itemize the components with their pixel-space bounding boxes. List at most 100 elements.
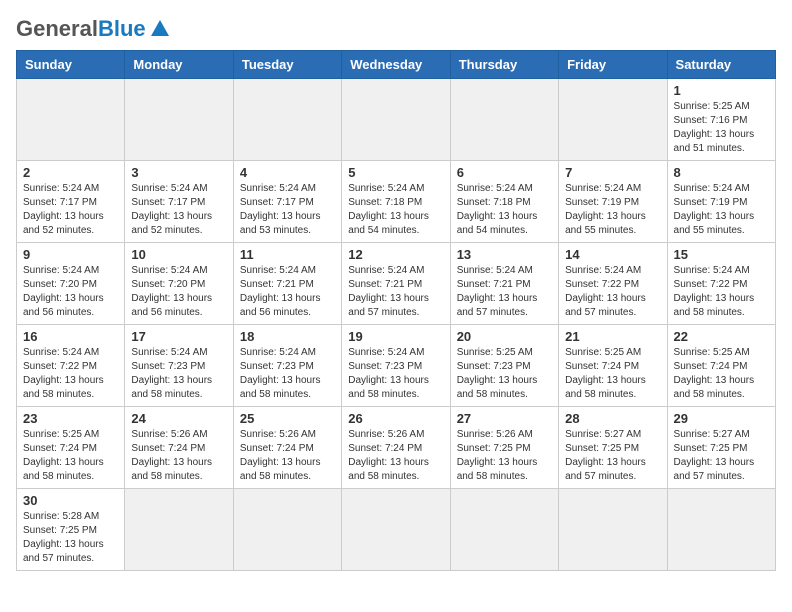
day-number: 5 bbox=[348, 165, 443, 180]
calendar-day-5: 5 Sunrise: 5:24 AMSunset: 7:18 PMDaylight… bbox=[342, 161, 450, 243]
day-info: Sunrise: 5:24 AMSunset: 7:23 PMDaylight:… bbox=[131, 346, 226, 402]
day-number: 28 bbox=[565, 411, 660, 426]
calendar-empty bbox=[342, 489, 450, 571]
day-number: 14 bbox=[565, 247, 660, 262]
weekday-header-friday: Friday bbox=[559, 51, 667, 79]
day-number: 1 bbox=[674, 83, 769, 98]
calendar-day-12: 12Sunrise: 5:24 AMSunset: 7:21 PMDayligh… bbox=[342, 243, 450, 325]
day-info: Sunrise: 5:24 AMSunset: 7:20 PMDaylight:… bbox=[131, 264, 226, 320]
calendar-empty bbox=[233, 79, 341, 161]
calendar-table: SundayMondayTuesdayWednesdayThursdayFrid… bbox=[16, 50, 776, 571]
day-number: 20 bbox=[457, 329, 552, 344]
day-info: Sunrise: 5:24 AMSunset: 7:22 PMDaylight:… bbox=[565, 264, 660, 320]
day-number: 3 bbox=[131, 165, 226, 180]
calendar-day-21: 21 Sunrise: 5:25 AMSunset: 7:24 PMDayligh… bbox=[559, 325, 667, 407]
day-number: 16 bbox=[23, 329, 118, 344]
calendar-day-23: 23 Sunrise: 5:25 AMSunset: 7:24 PMDayligh… bbox=[17, 407, 125, 489]
day-number: 23 bbox=[23, 411, 118, 426]
logo-blue: Blue bbox=[98, 16, 146, 42]
calendar-row: 30Sunrise: 5:28 AMSunset: 7:25 PMDayligh… bbox=[17, 489, 776, 571]
day-info: Sunrise: 5:24 AMSunset: 7:23 PMDaylight:… bbox=[240, 346, 335, 402]
day-number: 25 bbox=[240, 411, 335, 426]
day-info: Sunrise: 5:26 AMSunset: 7:24 PMDaylight:… bbox=[348, 428, 443, 484]
calendar-day-8: 8 Sunrise: 5:24 AMSunset: 7:19 PMDaylight… bbox=[667, 161, 775, 243]
day-info: Sunrise: 5:24 AMSunset: 7:19 PMDaylight:… bbox=[565, 182, 660, 238]
day-info: Sunrise: 5:24 AMSunset: 7:17 PMDaylight:… bbox=[131, 182, 226, 238]
day-info: Sunrise: 5:24 AMSunset: 7:21 PMDaylight:… bbox=[457, 264, 552, 320]
calendar-day-20: 20Sunrise: 5:25 AMSunset: 7:23 PMDayligh… bbox=[450, 325, 558, 407]
calendar-body: 1 Sunrise: 5:25 AMSunset: 7:16 PMDaylight… bbox=[17, 79, 776, 571]
day-number: 27 bbox=[457, 411, 552, 426]
day-number: 13 bbox=[457, 247, 552, 262]
weekday-header-saturday: Saturday bbox=[667, 51, 775, 79]
calendar-day-17: 17Sunrise: 5:24 AMSunset: 7:23 PMDayligh… bbox=[125, 325, 233, 407]
calendar-day-27: 27Sunrise: 5:26 AMSunset: 7:25 PMDayligh… bbox=[450, 407, 558, 489]
calendar-row: 16 Sunrise: 5:24 AMSunset: 7:22 PMDayligh… bbox=[17, 325, 776, 407]
calendar-empty bbox=[342, 79, 450, 161]
day-number: 6 bbox=[457, 165, 552, 180]
calendar-empty bbox=[559, 489, 667, 571]
calendar-day-14: 14 Sunrise: 5:24 AMSunset: 7:22 PMDayligh… bbox=[559, 243, 667, 325]
logo-general: General bbox=[16, 16, 98, 42]
calendar-row: 1 Sunrise: 5:25 AMSunset: 7:16 PMDaylight… bbox=[17, 79, 776, 161]
calendar-empty bbox=[125, 79, 233, 161]
calendar-day-26: 26 Sunrise: 5:26 AMSunset: 7:24 PMDayligh… bbox=[342, 407, 450, 489]
day-info: Sunrise: 5:27 AMSunset: 7:25 PMDaylight:… bbox=[565, 428, 660, 484]
day-number: 21 bbox=[565, 329, 660, 344]
weekday-header-wednesday: Wednesday bbox=[342, 51, 450, 79]
day-number: 9 bbox=[23, 247, 118, 262]
day-info: Sunrise: 5:24 AMSunset: 7:17 PMDaylight:… bbox=[240, 182, 335, 238]
weekday-header-thursday: Thursday bbox=[450, 51, 558, 79]
calendar-day-6: 6 Sunrise: 5:24 AMSunset: 7:18 PMDaylight… bbox=[450, 161, 558, 243]
calendar-day-29: 29Sunrise: 5:27 AMSunset: 7:25 PMDayligh… bbox=[667, 407, 775, 489]
day-number: 26 bbox=[348, 411, 443, 426]
calendar-header: SundayMondayTuesdayWednesdayThursdayFrid… bbox=[17, 51, 776, 79]
day-info: Sunrise: 5:24 AMSunset: 7:20 PMDaylight:… bbox=[23, 264, 118, 320]
calendar-day-19: 19Sunrise: 5:24 AMSunset: 7:23 PMDayligh… bbox=[342, 325, 450, 407]
day-info: Sunrise: 5:24 AMSunset: 7:21 PMDaylight:… bbox=[240, 264, 335, 320]
calendar-day-3: 3 Sunrise: 5:24 AMSunset: 7:17 PMDaylight… bbox=[125, 161, 233, 243]
calendar-day-10: 10Sunrise: 5:24 AMSunset: 7:20 PMDayligh… bbox=[125, 243, 233, 325]
calendar-day-4: 4Sunrise: 5:24 AMSunset: 7:17 PMDaylight… bbox=[233, 161, 341, 243]
logo: General Blue bbox=[16, 16, 171, 42]
day-info: Sunrise: 5:25 AMSunset: 7:24 PMDaylight:… bbox=[23, 428, 118, 484]
calendar-empty bbox=[233, 489, 341, 571]
calendar-day-15: 15Sunrise: 5:24 AMSunset: 7:22 PMDayligh… bbox=[667, 243, 775, 325]
day-number: 8 bbox=[674, 165, 769, 180]
calendar-empty bbox=[559, 79, 667, 161]
calendar-day-11: 11 Sunrise: 5:24 AMSunset: 7:21 PMDayligh… bbox=[233, 243, 341, 325]
calendar-row: 9 Sunrise: 5:24 AMSunset: 7:20 PMDaylight… bbox=[17, 243, 776, 325]
day-number: 15 bbox=[674, 247, 769, 262]
calendar-empty bbox=[450, 489, 558, 571]
calendar-day-1: 1 Sunrise: 5:25 AMSunset: 7:16 PMDaylight… bbox=[667, 79, 775, 161]
day-info: Sunrise: 5:26 AMSunset: 7:24 PMDaylight:… bbox=[131, 428, 226, 484]
calendar-day-7: 7Sunrise: 5:24 AMSunset: 7:19 PMDaylight… bbox=[559, 161, 667, 243]
day-info: Sunrise: 5:24 AMSunset: 7:19 PMDaylight:… bbox=[674, 182, 769, 238]
day-info: Sunrise: 5:25 AMSunset: 7:24 PMDaylight:… bbox=[674, 346, 769, 402]
day-info: Sunrise: 5:24 AMSunset: 7:21 PMDaylight:… bbox=[348, 264, 443, 320]
calendar-day-22: 22Sunrise: 5:25 AMSunset: 7:24 PMDayligh… bbox=[667, 325, 775, 407]
calendar-row: 23 Sunrise: 5:25 AMSunset: 7:24 PMDayligh… bbox=[17, 407, 776, 489]
day-info: Sunrise: 5:24 AMSunset: 7:17 PMDaylight:… bbox=[23, 182, 118, 238]
weekday-header-row: SundayMondayTuesdayWednesdayThursdayFrid… bbox=[17, 51, 776, 79]
calendar-day-16: 16 Sunrise: 5:24 AMSunset: 7:22 PMDayligh… bbox=[17, 325, 125, 407]
calendar-empty bbox=[17, 79, 125, 161]
day-info: Sunrise: 5:24 AMSunset: 7:22 PMDaylight:… bbox=[23, 346, 118, 402]
day-info: Sunrise: 5:26 AMSunset: 7:24 PMDaylight:… bbox=[240, 428, 335, 484]
day-info: Sunrise: 5:24 AMSunset: 7:18 PMDaylight:… bbox=[348, 182, 443, 238]
calendar-row: 2Sunrise: 5:24 AMSunset: 7:17 PMDaylight… bbox=[17, 161, 776, 243]
weekday-header-sunday: Sunday bbox=[17, 51, 125, 79]
day-info: Sunrise: 5:24 AMSunset: 7:18 PMDaylight:… bbox=[457, 182, 552, 238]
weekday-header-tuesday: Tuesday bbox=[233, 51, 341, 79]
page-header: General Blue bbox=[16, 16, 776, 42]
calendar-day-18: 18Sunrise: 5:24 AMSunset: 7:23 PMDayligh… bbox=[233, 325, 341, 407]
day-info: Sunrise: 5:25 AMSunset: 7:16 PMDaylight:… bbox=[674, 100, 769, 156]
calendar-day-24: 24 Sunrise: 5:26 AMSunset: 7:24 PMDayligh… bbox=[125, 407, 233, 489]
day-info: Sunrise: 5:27 AMSunset: 7:25 PMDaylight:… bbox=[674, 428, 769, 484]
day-number: 24 bbox=[131, 411, 226, 426]
day-number: 11 bbox=[240, 247, 335, 262]
calendar-day-2: 2Sunrise: 5:24 AMSunset: 7:17 PMDaylight… bbox=[17, 161, 125, 243]
day-info: Sunrise: 5:25 AMSunset: 7:24 PMDaylight:… bbox=[565, 346, 660, 402]
logo-triangle-icon bbox=[149, 18, 171, 40]
weekday-header-monday: Monday bbox=[125, 51, 233, 79]
